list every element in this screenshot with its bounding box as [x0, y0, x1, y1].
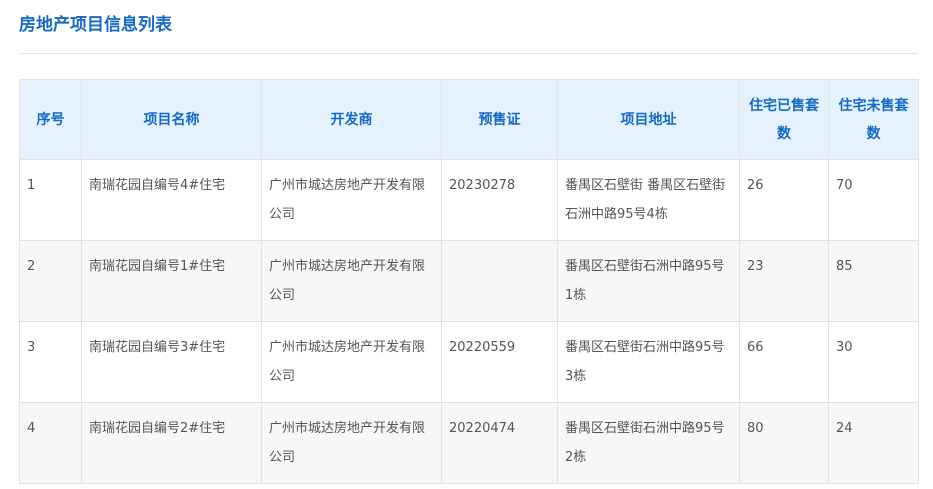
table-row: 1 南瑞花园自编号4#住宅 广州市城达房地产开发有限公司 20230278 番禺… [19, 159, 919, 241]
header-unsold-units: 住宅未售套数 [828, 79, 919, 160]
table-row: 3 南瑞花园自编号3#住宅 广州市城达房地产开发有限公司 20220559 番禺… [19, 321, 919, 403]
cell-address: 番禺区石壁街石洲中路95号1栋 [557, 240, 740, 322]
cell-unsold-units: 85 [828, 240, 919, 322]
cell-presale-cert: 20220474 [441, 402, 558, 484]
cell-developer: 广州市城达房地产开发有限公司 [261, 402, 442, 484]
cell-presale-cert: 20220559 [441, 321, 558, 403]
cell-project-name: 南瑞花园自编号4#住宅 [81, 159, 262, 241]
header-project-name: 项目名称 [81, 79, 262, 160]
table-row: 2 南瑞花园自编号1#住宅 广州市城达房地产开发有限公司 番禺区石壁街石洲中路9… [19, 240, 919, 322]
page-title: 房地产项目信息列表 [19, 15, 172, 35]
cell-presale-cert: 20230278 [441, 159, 558, 241]
cell-project-name: 南瑞花园自编号1#住宅 [81, 240, 262, 322]
header-index: 序号 [19, 79, 82, 160]
project-table: 序号 项目名称 开发商 预售证 项目地址 住宅已售套数 住宅未售套数 1 南瑞花… [19, 79, 919, 484]
cell-unsold-units: 30 [828, 321, 919, 403]
cell-developer: 广州市城达房地产开发有限公司 [261, 240, 442, 322]
header-developer: 开发商 [261, 79, 442, 160]
cell-index: 1 [19, 159, 82, 241]
cell-project-name: 南瑞花园自编号2#住宅 [81, 402, 262, 484]
cell-sold-units: 80 [739, 402, 829, 484]
header-presale-cert: 预售证 [441, 79, 558, 160]
header-sold-units: 住宅已售套数 [739, 79, 829, 160]
cell-presale-cert [441, 240, 558, 322]
cell-address: 番禺区石壁街石洲中路95号2栋 [557, 402, 740, 484]
cell-index: 4 [19, 402, 82, 484]
cell-sold-units: 23 [739, 240, 829, 322]
cell-index: 3 [19, 321, 82, 403]
table-header-row: 序号 项目名称 开发商 预售证 项目地址 住宅已售套数 住宅未售套数 [19, 79, 919, 160]
cell-address: 番禺区石壁街 番禺区石壁街石洲中路95号4栋 [557, 159, 740, 241]
cell-developer: 广州市城达房地产开发有限公司 [261, 159, 442, 241]
cell-sold-units: 66 [739, 321, 829, 403]
header-address: 项目地址 [557, 79, 740, 160]
cell-developer: 广州市城达房地产开发有限公司 [261, 321, 442, 403]
title-divider [19, 53, 918, 54]
cell-sold-units: 26 [739, 159, 829, 241]
cell-unsold-units: 24 [828, 402, 919, 484]
cell-address: 番禺区石壁街石洲中路95号3栋 [557, 321, 740, 403]
cell-unsold-units: 70 [828, 159, 919, 241]
table-row: 4 南瑞花园自编号2#住宅 广州市城达房地产开发有限公司 20220474 番禺… [19, 402, 919, 484]
cell-project-name: 南瑞花园自编号3#住宅 [81, 321, 262, 403]
cell-index: 2 [19, 240, 82, 322]
